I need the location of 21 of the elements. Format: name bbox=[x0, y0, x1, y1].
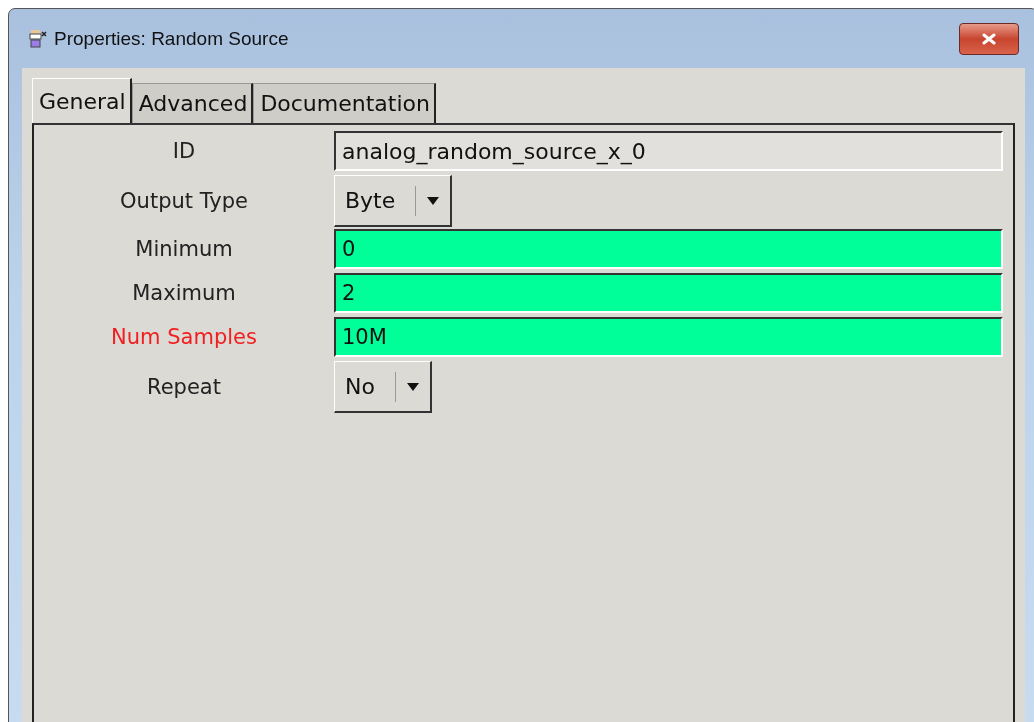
tab[interactable]: Documentation bbox=[253, 83, 436, 123]
param-label: Minimum bbox=[134, 237, 234, 261]
id-field[interactable]: analog_random_source_x_0 bbox=[334, 131, 1003, 171]
dropdown[interactable]: No bbox=[334, 361, 432, 413]
window-title: Properties: Random Source bbox=[54, 27, 289, 50]
param-label: Num Samples bbox=[110, 325, 258, 349]
param-label: Output Type bbox=[119, 189, 249, 213]
app-icon bbox=[28, 28, 48, 49]
param-label: ID bbox=[171, 139, 197, 163]
input-field[interactable]: 10M bbox=[334, 317, 1003, 357]
tab[interactable]: Advanced bbox=[131, 83, 254, 123]
dropdown[interactable]: Byte bbox=[334, 175, 453, 227]
caret-icon bbox=[415, 185, 441, 216]
close-button[interactable] bbox=[959, 22, 1019, 55]
input-field[interactable]: 2 bbox=[334, 273, 1003, 313]
caret-icon bbox=[394, 371, 420, 402]
close-icon bbox=[980, 32, 998, 45]
param-label: Maximum bbox=[131, 281, 237, 305]
tab[interactable]: General bbox=[32, 78, 132, 123]
param-label: Repeat bbox=[146, 375, 222, 399]
input-field[interactable]: 0 bbox=[334, 229, 1003, 269]
